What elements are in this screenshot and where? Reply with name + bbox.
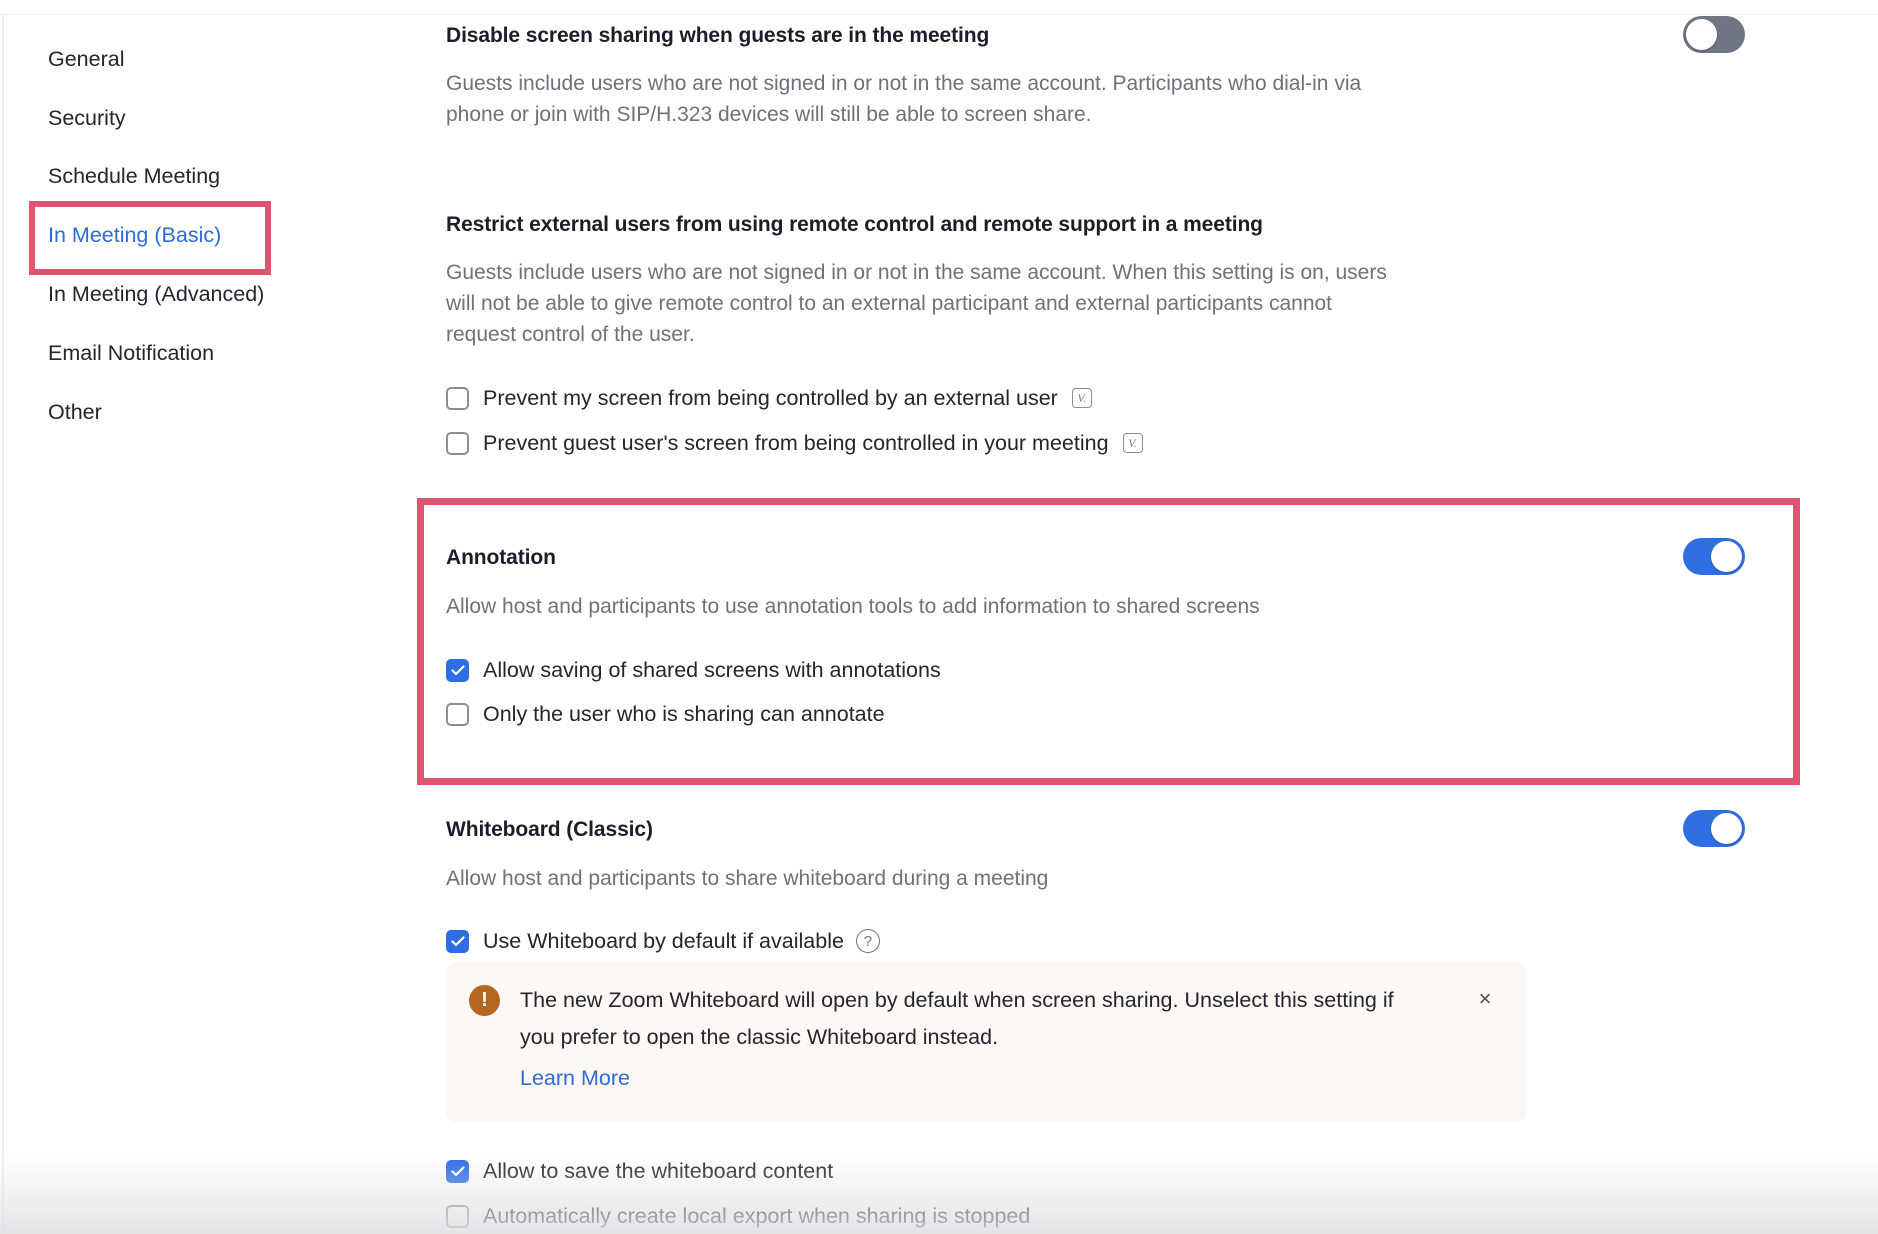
auto-local-export-checkbox[interactable] [446, 1204, 469, 1228]
option-label: Allow saving of shared screens with anno… [483, 658, 941, 682]
setting-description-line: phone or join with SIP/H.323 devices wil… [446, 103, 1092, 126]
setting-description: Allow host and participants to share whi… [446, 867, 1049, 890]
setting-description-line: Guests include users who are not signed … [446, 72, 1362, 95]
setting-description-line: Guests include users who are not signed … [446, 261, 1387, 284]
toggle-knob [1686, 19, 1717, 50]
only-sharer-annotates-checkbox[interactable] [446, 702, 469, 726]
notice-message: The new Zoom Whiteboard will open by def… [520, 988, 1394, 1049]
whiteboard-toggle[interactable] [1683, 810, 1745, 847]
setting-title: Disable screen sharing when guests are i… [446, 24, 990, 47]
prevent-guest-screen-checkbox[interactable] [446, 431, 469, 455]
use-whiteboard-default-checkbox[interactable] [446, 929, 469, 953]
version-badge-icon: V. [1071, 388, 1092, 408]
option-allow-saving-annotations: Allow saving of shared screens with anno… [446, 656, 941, 684]
prevent-my-screen-checkbox[interactable] [446, 386, 469, 410]
setting-title: Restrict external users from using remot… [446, 213, 1263, 236]
setting-description-line: request control of the user. [446, 323, 695, 346]
settings-content: Disable screen sharing when guests are i… [0, 0, 1878, 1234]
help-icon[interactable]: ? [855, 929, 880, 953]
toggle-knob [1711, 813, 1742, 844]
option-only-sharer-annotates: Only the user who is sharing can annotat… [446, 700, 885, 728]
version-badge-icon: V. [1122, 433, 1143, 453]
warning-icon: ! [469, 985, 500, 1016]
option-auto-local-export: Automatically create local export when s… [446, 1202, 1030, 1230]
setting-description: Allow host and participants to use annot… [446, 595, 1260, 618]
save-whiteboard-content-checkbox[interactable] [446, 1159, 469, 1183]
close-icon[interactable]: × [1474, 986, 1496, 1011]
disable-screen-sharing-toggle[interactable] [1683, 16, 1745, 53]
setting-title: Annotation [446, 546, 556, 569]
toggle-knob [1711, 541, 1742, 572]
setting-description-line: will not be able to give remote control … [446, 292, 1333, 315]
learn-more-link[interactable]: Learn More [520, 1064, 630, 1092]
setting-title: Whiteboard (Classic) [446, 818, 653, 841]
option-label: Only the user who is sharing can annotat… [483, 702, 885, 726]
annotation-highlight-box [417, 498, 1800, 785]
option-label: Prevent guest user's screen from being c… [483, 431, 1109, 455]
option-label: Automatically create local export when s… [483, 1204, 1031, 1228]
option-label: Prevent my screen from being controlled … [483, 386, 1058, 410]
option-label: Use Whiteboard by default if available [483, 929, 844, 953]
annotation-toggle[interactable] [1683, 538, 1745, 575]
option-label: Allow to save the whiteboard content [483, 1159, 834, 1183]
option-prevent-my-screen-control: Prevent my screen from being controlled … [446, 384, 1092, 412]
whiteboard-notice-banner: ! The new Zoom Whiteboard will open by d… [446, 962, 1526, 1122]
option-save-whiteboard-content: Allow to save the whiteboard content [446, 1157, 833, 1185]
option-prevent-guest-screen-control: Prevent guest user's screen from being c… [446, 429, 1143, 457]
option-use-whiteboard-default: Use Whiteboard by default if available ? [446, 927, 880, 955]
allow-saving-annotations-checkbox[interactable] [446, 658, 469, 682]
